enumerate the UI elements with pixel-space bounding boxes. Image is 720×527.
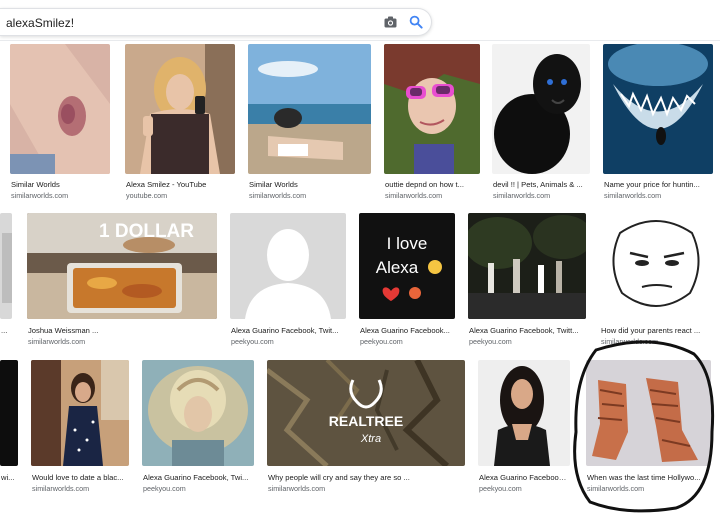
result-caption: When was the last time Hollywo... [587, 473, 701, 482]
result-thumbnail[interactable] [248, 44, 371, 174]
result-source: similarworlds.com [268, 484, 326, 493]
result-thumbnail[interactable] [478, 360, 570, 466]
thumbnail-overlay-text-line2: Alexa [376, 258, 419, 277]
realtree-logo-text: REALTREE [329, 413, 403, 429]
search-input[interactable] [6, 14, 366, 32]
result-thumbnail[interactable] [10, 44, 110, 174]
image-search-page: Similar Worlds similarworlds.com Alexa S… [0, 0, 720, 527]
result-source: peekyou.com [360, 337, 403, 346]
result-thumbnail[interactable] [0, 360, 18, 466]
result-thumbnail[interactable] [31, 360, 129, 466]
result-tile[interactable]: Name your price for huntin... similarwor… [603, 44, 713, 200]
result-source: similarworlds.com [249, 191, 307, 200]
result-thumbnail[interactable] [142, 360, 254, 466]
result-caption: Similar Worlds [11, 180, 60, 189]
result-caption: Why people will cry and say they are so … [268, 473, 410, 482]
result-source: similarworlds.com [11, 191, 69, 200]
result-caption: Similar Worlds [249, 180, 298, 189]
result-thumbnail[interactable] [600, 213, 712, 319]
result-source: similarworlds.com [28, 337, 86, 346]
result-caption: Would love to date a blac... [32, 473, 124, 482]
result-caption: Name your price for huntin... [604, 180, 700, 189]
result-caption: Alexa Guarino Facebook, ... [479, 473, 570, 482]
result-caption: Joshua Weissman ... [28, 326, 99, 335]
result-tile[interactable]: Alexa Guarino Facebook, ... peekyou.com [478, 360, 570, 494]
result-source: peekyou.com [479, 484, 522, 493]
result-thumbnail[interactable] [586, 360, 711, 466]
result-source: peekyou.com [143, 484, 186, 493]
result-caption: How did your parents react ... [601, 326, 701, 335]
result-source: similarworlds.com [587, 484, 645, 493]
result-thumbnail[interactable]: I love Alexa [359, 213, 455, 319]
result-caption: devil !! | Pets, Animals & ... [493, 180, 583, 189]
result-tile[interactable]: I love Alexa Alexa Guarino Facebook... p… [359, 213, 455, 347]
result-tile[interactable]: Similar Worlds similarworlds.com [248, 44, 371, 200]
result-caption: ... [1, 326, 8, 335]
result-caption: Alexa Guarino Facebook, Twi... [143, 473, 249, 482]
result-tile[interactable]: wi... [0, 360, 18, 494]
result-source: peekyou.com [231, 337, 274, 346]
result-tile[interactable]: Alexa Guarino Facebook, Twit... peekyou.… [230, 213, 346, 347]
result-source: youtube.com [126, 191, 168, 200]
result-source: similarworlds.com [32, 484, 90, 493]
result-thumbnail[interactable] [230, 213, 346, 319]
result-tile[interactable]: ... [0, 213, 12, 347]
result-tile[interactable]: Would love to date a blac... similarworl… [31, 360, 129, 494]
result-source: similarworlds.com [601, 337, 659, 346]
result-thumbnail[interactable] [0, 213, 12, 319]
result-source: similarworlds.com [604, 191, 662, 200]
header-divider [0, 40, 720, 41]
result-caption: Alexa Guarino Facebook, Twitt... [469, 326, 579, 335]
realtree-logo-subtext: Xtra [360, 433, 381, 445]
result-thumbnail[interactable]: 1 DOLLAR [27, 213, 217, 319]
result-source: peekyou.com [469, 337, 512, 346]
camera-icon[interactable] [384, 16, 397, 28]
result-thumbnail[interactable] [468, 213, 586, 319]
result-source: similarworlds.com [493, 191, 551, 200]
result-caption: Alexa Smilez - YouTube [126, 180, 207, 189]
result-tile[interactable]: outtie depnd on how t... similarworlds.c… [384, 44, 480, 200]
result-thumbnail[interactable] [603, 44, 713, 174]
result-tile[interactable]: How did your parents react ... similarwo… [600, 213, 712, 347]
result-caption: outtie depnd on how t... [385, 180, 464, 189]
search-bar[interactable] [0, 8, 432, 36]
result-caption: Alexa Guarino Facebook... [360, 326, 450, 335]
result-tile[interactable]: Alexa Smilez - YouTube youtube.com [125, 44, 235, 200]
result-caption: Alexa Guarino Facebook, Twit... [231, 326, 339, 335]
result-tile[interactable]: When was the last time Hollywo... simila… [586, 360, 711, 494]
result-tile[interactable]: Similar Worlds similarworlds.com [10, 44, 110, 200]
result-tile[interactable]: Alexa Guarino Facebook, Twitt... peekyou… [468, 213, 586, 347]
result-thumbnail[interactable] [125, 44, 235, 174]
thumbnail-overlay-text: 1 DOLLAR [99, 221, 194, 242]
result-tile[interactable]: 1 DOLLAR Joshua Weissman ... similarworl… [27, 213, 217, 347]
result-tile[interactable]: Alexa Guarino Facebook, Twi... peekyou.c… [142, 360, 254, 494]
result-tile[interactable]: devil !! | Pets, Animals & ... similarwo… [492, 44, 590, 200]
result-thumbnail[interactable]: REALTREE Xtra [267, 360, 465, 466]
result-tile[interactable]: REALTREE Xtra Why people will cry and sa… [267, 360, 465, 494]
result-thumbnail[interactable] [492, 44, 590, 174]
search-icon[interactable] [409, 15, 423, 29]
result-thumbnail[interactable] [384, 44, 480, 174]
result-caption: wi... [1, 473, 15, 482]
thumbnail-overlay-text-line1: I love [387, 234, 428, 253]
result-source: similarworlds.com [385, 191, 443, 200]
